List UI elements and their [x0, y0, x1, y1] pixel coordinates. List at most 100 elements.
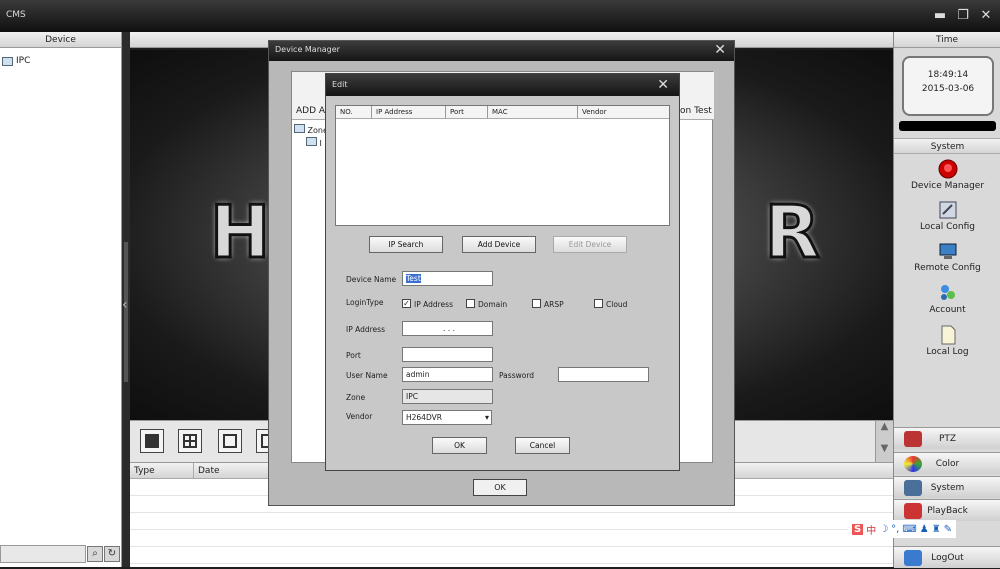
account-item[interactable]: Account — [894, 283, 1000, 315]
clock-display: 18:49:14 2015-03-06 — [902, 56, 994, 116]
layout-1-button[interactable] — [140, 429, 164, 453]
refresh-icon[interactable]: ↻ — [104, 546, 120, 562]
col-vendor[interactable]: Vendor — [578, 106, 669, 118]
color-label: Color — [935, 459, 960, 469]
close-icon[interactable]: ✕ — [714, 41, 726, 59]
tree-child[interactable]: I — [294, 137, 328, 150]
shirt-icon[interactable]: ♜ — [932, 524, 941, 535]
remote-config-item[interactable]: Remote Config — [894, 241, 1000, 273]
local-log-item[interactable]: Local Log — [894, 325, 1000, 357]
ip-address-label: IP Address — [346, 325, 385, 334]
account-icon — [940, 285, 955, 300]
ptz-label: PTZ — [938, 434, 957, 444]
ip-search-button[interactable]: IP Search — [369, 236, 443, 253]
port-field[interactable] — [402, 347, 493, 362]
arsp-checkbox[interactable] — [532, 299, 541, 308]
col-no[interactable]: NO. — [336, 106, 372, 118]
user-icon[interactable]: ♟ — [920, 524, 929, 535]
system-header: System — [894, 138, 1000, 154]
col-ip-address[interactable]: IP Address — [372, 106, 446, 118]
arsp-option-label: ARSP — [544, 300, 564, 309]
window-title: CMS — [6, 10, 26, 20]
ip-address-checkbox[interactable]: ✓ — [402, 299, 411, 308]
scroll-updown-icon[interactable]: ▲ ▼ — [875, 421, 893, 463]
power-button-icon — [938, 159, 957, 179]
local-config-item[interactable]: Local Config — [894, 200, 1000, 232]
device-name-value: Test — [406, 274, 421, 283]
restore-icon[interactable]: ❐ — [955, 9, 971, 23]
system-icon — [904, 480, 922, 496]
device-manager-ok-button[interactable]: OK — [473, 479, 527, 496]
keyboard-icon[interactable]: ⌨ — [902, 524, 916, 535]
panel-splitter[interactable]: ‹ — [122, 32, 130, 567]
zone-label: Zone — [346, 393, 366, 402]
device-tree-root[interactable]: IPC — [2, 56, 30, 66]
port-label: Port — [346, 351, 361, 360]
vendor-select[interactable]: H264DVR ▾ — [402, 410, 492, 425]
playback-button[interactable]: PlayBack — [894, 499, 1000, 521]
moon-icon[interactable]: ☽ — [879, 524, 888, 535]
col-port[interactable]: Port — [446, 106, 488, 118]
user-name-field[interactable]: admin — [402, 367, 493, 382]
connection-test-button[interactable]: on Test — [680, 106, 712, 116]
tools-icon[interactable]: ✎ — [944, 524, 952, 535]
col-mac[interactable]: MAC — [488, 106, 578, 118]
ptz-button[interactable]: PTZ — [894, 427, 1000, 449]
device-manager-titlebar: Device Manager ✕ — [269, 41, 734, 61]
search-icon[interactable]: ⌕ — [87, 546, 103, 562]
log-col-type[interactable]: Type — [130, 463, 194, 478]
system-button[interactable]: System — [894, 476, 1000, 498]
sogou-icon[interactable]: S — [852, 523, 864, 535]
local-config-icon — [939, 201, 956, 219]
device-manager-item[interactable]: Device Manager — [894, 159, 1000, 191]
domain-option-label: Domain — [478, 300, 508, 309]
close-icon[interactable]: ✕ — [657, 74, 669, 96]
logout-icon — [904, 550, 922, 566]
title-bar: CMS ▬ ❐ ✕ — [0, 0, 1000, 32]
add-device-button[interactable]: Add Device — [462, 236, 536, 253]
edit-device-button[interactable]: Edit Device — [553, 236, 627, 253]
minimize-icon[interactable]: ▬ — [932, 9, 948, 23]
account-label: Account — [929, 305, 966, 315]
password-field[interactable] — [558, 367, 649, 382]
punctuation-icon[interactable]: °, — [891, 524, 899, 535]
remote-config-label: Remote Config — [914, 263, 981, 273]
close-icon[interactable]: ✕ — [978, 9, 994, 23]
domain-checkbox[interactable] — [466, 299, 475, 308]
cloud-checkbox[interactable] — [594, 299, 603, 308]
layout-4-button[interactable] — [178, 429, 202, 453]
device-group-icon — [2, 56, 13, 66]
logout-button[interactable]: LogOut — [894, 546, 1000, 568]
tree-zone[interactable]: Zone — [294, 124, 328, 137]
ok-button[interactable]: OK — [432, 437, 487, 454]
chevron-down-icon[interactable]: ▾ — [485, 411, 489, 424]
ime-toolbar[interactable]: S 中 ☽ °, ⌨ ♟ ♜ ✎ — [848, 520, 957, 538]
playback-label: PlayBack — [927, 506, 968, 516]
vendor-label: Vendor — [346, 412, 373, 421]
local-log-label: Local Log — [926, 347, 969, 357]
device-search-input[interactable] — [0, 545, 86, 563]
color-button[interactable]: Color — [894, 452, 1000, 474]
search-results-table[interactable]: NO. IP Address Port MAC Vendor — [335, 105, 670, 226]
user-name-label: User Name — [346, 371, 388, 380]
ip-address-field[interactable]: . . . — [402, 321, 493, 336]
device-manager-label: Device Manager — [910, 181, 985, 191]
right-panel: Time 18:49:14 2015-03-06 System Device M… — [893, 32, 1000, 568]
edit-titlebar: Edit ✕ — [326, 74, 679, 96]
tree-child-label: I — [319, 139, 322, 148]
remote-config-icon — [939, 243, 956, 259]
ime-mode-label[interactable]: 中 — [866, 522, 876, 537]
vendor-value: H264DVR — [406, 413, 442, 422]
edit-title: Edit — [332, 80, 348, 89]
password-label: Password — [499, 371, 535, 380]
collapse-left-icon[interactable]: ‹ — [122, 297, 128, 313]
device-header: Device — [0, 32, 121, 48]
system-label: System — [930, 483, 965, 493]
layout-6-button[interactable] — [218, 429, 242, 453]
device-name-field[interactable]: Test — [402, 271, 493, 286]
login-type-label: LoginType — [346, 298, 384, 307]
cancel-button[interactable]: Cancel — [515, 437, 570, 454]
playback-icon — [904, 503, 922, 519]
time-header: Time — [894, 32, 1000, 48]
device-panel: Device IPC ⌕ ↻ — [0, 32, 122, 567]
